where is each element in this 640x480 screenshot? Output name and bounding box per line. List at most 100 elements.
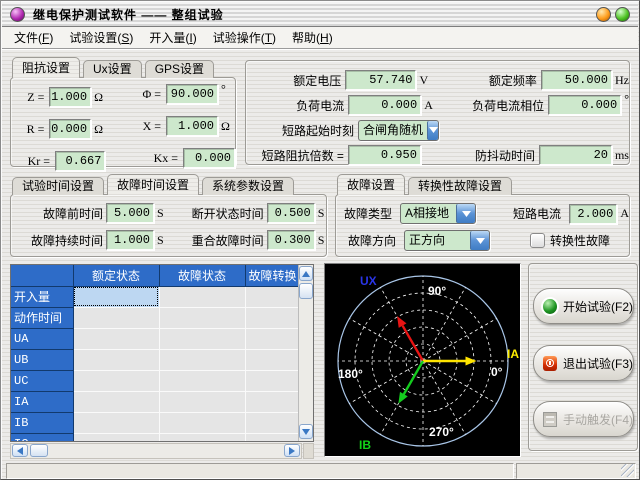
scroll-left-button[interactable]	[12, 444, 28, 457]
result-table: 额定状态 故障状态 故障转换 开入量 动作时间 UA	[10, 264, 314, 442]
sc-current-field[interactable]: 2.000	[569, 204, 617, 224]
rated-voltage-field[interactable]: 57.740	[345, 70, 416, 90]
table-cell[interactable]	[73, 307, 159, 328]
table-cell[interactable]	[159, 349, 245, 370]
resize-grip-icon[interactable]	[621, 464, 634, 477]
table-cell[interactable]	[73, 286, 159, 307]
axis-label-0: 0°	[491, 365, 503, 379]
kx-label: Kx =	[144, 151, 178, 166]
r-field[interactable]: 0.000	[49, 119, 91, 139]
table-cell[interactable]	[245, 412, 300, 433]
table-cell[interactable]	[159, 286, 245, 307]
column-header[interactable]: 故障状态	[159, 265, 245, 286]
fault-type-combo[interactable]: A相接地	[400, 203, 476, 224]
dropdown-arrow-icon[interactable]	[456, 204, 475, 223]
table-row: 开入量	[11, 286, 300, 307]
column-header[interactable]: 故障转换	[245, 265, 300, 286]
load-current-field[interactable]: 0.000	[348, 95, 421, 115]
fault-direction-combo[interactable]: 正方向	[404, 230, 490, 251]
tab-system-parameter-settings[interactable]: 系统参数设置	[202, 177, 294, 195]
scroll-down-button[interactable]	[299, 424, 313, 439]
sc-multiple-label: 短路阻抗倍数 =	[246, 147, 344, 164]
row-label: 开入量	[11, 286, 73, 307]
column-header[interactable]: 额定状态	[73, 265, 159, 286]
scroll-up-button[interactable]	[299, 266, 313, 281]
menu-file[interactable]: 文件(F)	[6, 27, 61, 48]
open-state-time-field[interactable]: 0.500	[267, 203, 315, 223]
menu-test-operation[interactable]: 试验操作(T)	[205, 27, 284, 48]
prefault-time-field[interactable]: 5.000	[106, 203, 154, 223]
table-cell[interactable]	[159, 370, 245, 391]
horizontal-scroll-thumb[interactable]	[30, 444, 48, 457]
tab-fault-time-settings[interactable]: 故障时间设置	[107, 174, 199, 195]
row-label: IB	[11, 412, 73, 433]
table-cell[interactable]	[159, 391, 245, 412]
table-cell[interactable]	[245, 349, 300, 370]
convert-fault-checkbox[interactable]	[530, 233, 545, 248]
phi-field[interactable]: 90.000	[166, 84, 218, 104]
load-current-label: 负荷电流	[246, 97, 344, 114]
minimize-button-icon[interactable]	[596, 7, 611, 22]
dropdown-arrow-icon[interactable]	[470, 231, 489, 250]
fault-duration-field[interactable]: 1.000	[106, 230, 154, 250]
table-cell[interactable]	[73, 391, 159, 412]
tab-impedance-settings[interactable]: 阻抗设置	[12, 57, 80, 78]
table-cell[interactable]	[159, 412, 245, 433]
reclose-fault-time-field[interactable]: 0.300	[267, 230, 315, 250]
menu-test-settings[interactable]: 试验设置(S)	[61, 27, 141, 48]
sc-multiple-field[interactable]: 0.950	[348, 145, 421, 165]
rated-frequency-field[interactable]: 50.000	[541, 70, 612, 90]
fault-time-panel: 故障前时间 5.000 S 断开状态时间 0.500 S 故障持续时间 1.00…	[10, 194, 327, 257]
vertical-scroll-thumb[interactable]	[299, 283, 313, 299]
prefault-time-label: 故障前时间	[17, 205, 103, 222]
table-cell[interactable]	[73, 349, 159, 370]
z-field[interactable]: 1.000	[49, 87, 91, 107]
table-cell[interactable]	[245, 433, 300, 442]
table-row: 动作时间	[11, 307, 300, 328]
menu-help[interactable]: 帮助(H)	[284, 27, 341, 48]
table-cell[interactable]	[245, 391, 300, 412]
scroll-right-button[interactable]	[284, 444, 300, 457]
vertical-scrollbar[interactable]	[298, 265, 313, 441]
table-cell[interactable]	[159, 433, 245, 442]
sc-start-combo[interactable]: 合闸角随机	[358, 120, 439, 141]
table-cell[interactable]	[73, 412, 159, 433]
table-cell[interactable]	[245, 328, 300, 349]
debounce-field[interactable]: 20	[539, 145, 612, 165]
horizontal-scrollbar[interactable]	[10, 443, 302, 459]
tab-fault-settings[interactable]: 故障设置	[337, 174, 405, 195]
debounce-unit: ms	[615, 148, 629, 163]
tab-convert-fault-settings[interactable]: 转换性故障设置	[408, 177, 512, 195]
x-field[interactable]: 1.000	[166, 116, 218, 136]
menu-binary-input[interactable]: 开入量(I)	[141, 27, 204, 48]
table-row: IC	[11, 433, 300, 442]
table-cell[interactable]	[159, 328, 245, 349]
start-test-button[interactable]: 开始试验(F2)	[533, 288, 634, 324]
table-cell[interactable]	[159, 307, 245, 328]
close-button-icon[interactable]	[615, 7, 630, 22]
status-bar-right	[516, 463, 636, 479]
window-title: 继电保护测试软件 —— 整组试验	[33, 6, 596, 23]
kx-field[interactable]: 0.000	[183, 148, 235, 168]
table-cell[interactable]	[73, 328, 159, 349]
dropdown-arrow-icon[interactable]	[427, 121, 438, 140]
fault-type-label: 故障类型	[344, 205, 392, 222]
kr-field[interactable]: 0.667	[55, 151, 105, 171]
table-cell[interactable]	[245, 370, 300, 391]
exit-test-button[interactable]: 退出试验(F3)	[533, 345, 634, 381]
row-label: UB	[11, 349, 73, 370]
table-cell[interactable]	[245, 286, 300, 307]
load-phase-field[interactable]: 0.000	[548, 95, 621, 115]
tab-ux-settings[interactable]: Ux设置	[83, 60, 142, 78]
tab-test-time-settings[interactable]: 试验时间设置	[12, 177, 104, 195]
table-cell[interactable]	[73, 370, 159, 391]
sc-current-unit: A	[620, 206, 629, 221]
manual-trigger-icon	[543, 412, 557, 427]
tab-gps-settings[interactable]: GPS设置	[145, 60, 214, 78]
table-cell[interactable]	[245, 307, 300, 328]
row-label: UC	[11, 370, 73, 391]
table-cell[interactable]	[73, 433, 159, 442]
x-label: X =	[127, 119, 161, 134]
sc-start-value: 合闸角随机	[359, 121, 427, 140]
start-test-icon	[543, 299, 557, 314]
